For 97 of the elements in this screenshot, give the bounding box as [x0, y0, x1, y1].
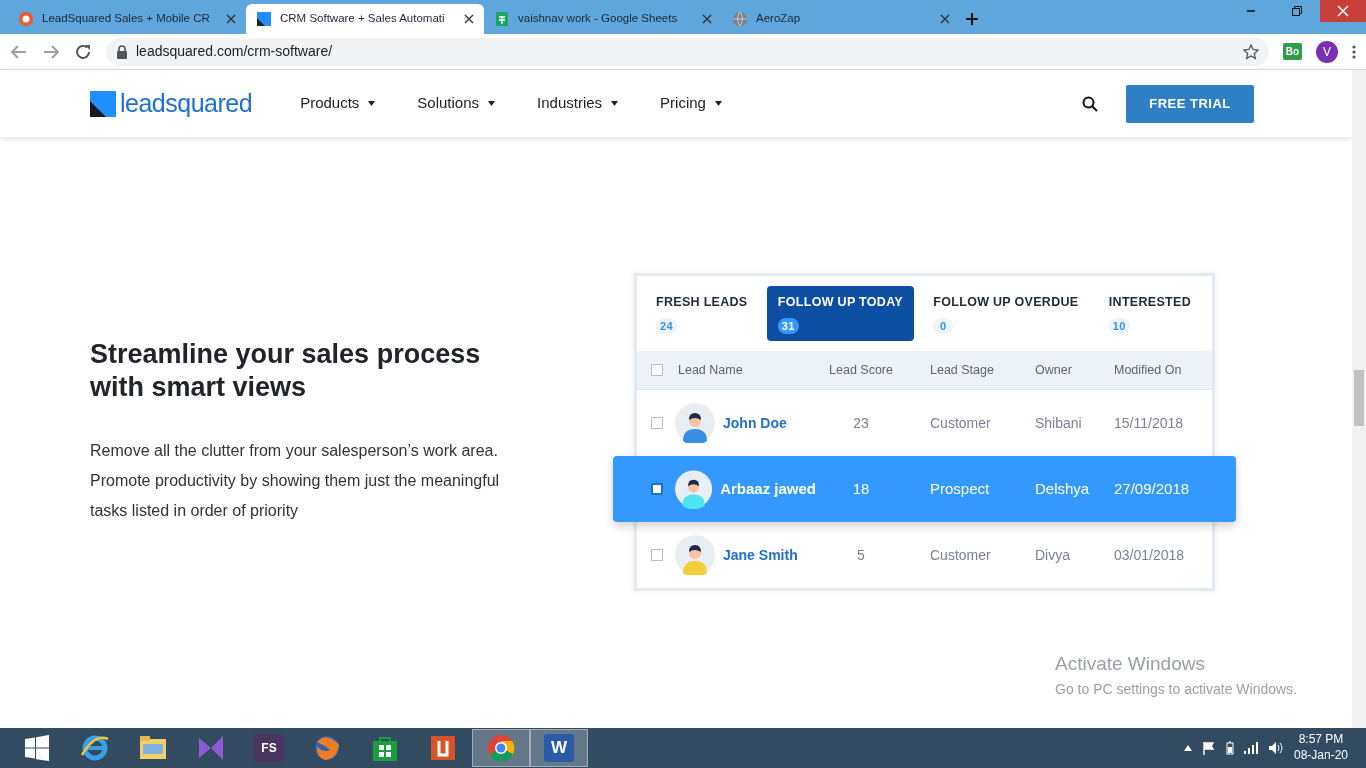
- count-badge: 31: [777, 317, 799, 335]
- avatar-icon: [675, 535, 715, 575]
- view-tab[interactable]: FOLLOW UP TODAY 31: [766, 286, 914, 341]
- table-cell-text: 23: [852, 413, 870, 433]
- forward-icon[interactable]: [42, 42, 60, 61]
- globe-icon: [732, 11, 748, 27]
- tab-title: vaishnav work - Google Sheets: [518, 11, 679, 27]
- fs-app-icon[interactable]: FS: [254, 734, 284, 762]
- table-cell-text: Customer: [929, 413, 992, 433]
- clock-time[interactable]: 8:57 PM: [1293, 732, 1348, 748]
- checkbox[interactable]: [651, 549, 663, 561]
- view-tab[interactable]: FOLLOW UP OVERDUE 0: [922, 286, 1090, 341]
- speaker-icon[interactable]: [1267, 741, 1284, 755]
- url-text: leadsquared.com/crm-software/: [136, 42, 334, 61]
- avatar-icon: [675, 403, 715, 443]
- tab-title: LeadSquared Sales + Mobile CR: [42, 11, 211, 27]
- clock-date[interactable]: 08-Jan-20: [1293, 748, 1348, 764]
- column-header: Modified On: [1114, 361, 1183, 379]
- back-icon[interactable]: [10, 42, 28, 61]
- view-tab[interactable]: FRESH LEADS 24: [645, 286, 759, 341]
- caret-icon: [611, 101, 619, 106]
- checkbox[interactable]: [651, 483, 663, 495]
- browser-tab[interactable]: AeroZap: [722, 4, 960, 34]
- table-cell-text: 27/09/2018: [1114, 478, 1191, 499]
- table-cell-text: 15/11/2018: [1114, 413, 1185, 433]
- lead-name-link[interactable]: Jane Smith: [723, 544, 798, 566]
- table-cell-text: Shibani: [1035, 413, 1083, 433]
- table-row[interactable]: John Doe 23 Customer Shibani 15/11/2018: [637, 390, 1212, 456]
- browser-tab[interactable]: LeadSquared Sales + Mobile CR: [8, 4, 246, 34]
- fox-globe-icon[interactable]: [312, 733, 342, 763]
- spreadsheet-icon: [494, 11, 510, 27]
- tab-title: AeroZap: [756, 11, 802, 27]
- count-badge: 0: [933, 317, 954, 335]
- document-tile-icon[interactable]: [428, 733, 458, 763]
- tab-label: FRESH LEADS: [656, 294, 748, 311]
- view-tab[interactable]: INTERESTED 10: [1097, 286, 1202, 341]
- taskbar-button[interactable]: FS: [240, 729, 298, 767]
- avatar-icon: [675, 469, 713, 509]
- browser-tab[interactable]: vaishnav work - Google Sheets: [484, 4, 722, 34]
- flag-icon[interactable]: [1201, 741, 1216, 755]
- column-header: Lead Name: [677, 361, 744, 379]
- browser-e-icon[interactable]: [80, 733, 110, 763]
- caret-icon: [714, 101, 722, 106]
- ring-icon: [18, 11, 34, 27]
- square-logo-icon: [256, 11, 272, 27]
- nav-menu-item[interactable]: Industries: [537, 92, 619, 115]
- table-row[interactable]: Jane Smith 5 Customer Divya 03/01/2018: [637, 522, 1212, 588]
- table-cell-text: 18: [851, 478, 871, 499]
- logo-icon[interactable]: [90, 90, 116, 117]
- signal-icon[interactable]: [1243, 742, 1258, 754]
- caret-icon: [368, 101, 376, 106]
- caret-icon: [488, 101, 496, 106]
- menu-icon[interactable]: [1352, 43, 1356, 60]
- section-description: Remove all the clutter from your salesperson’s work area. Promote productivity by showing them just the meaningful tasks listed in order of priority: [90, 440, 501, 521]
- search-icon[interactable]: [1082, 95, 1098, 112]
- column-header: Owner: [1035, 361, 1073, 379]
- checkbox[interactable]: [651, 364, 663, 376]
- chrome-icon[interactable]: [486, 733, 516, 763]
- nav-menu-item[interactable]: Solutions: [417, 92, 496, 115]
- table-cell-text: Divya: [1035, 545, 1071, 565]
- reload-icon[interactable]: [74, 42, 92, 61]
- count-badge: 10: [1108, 317, 1130, 335]
- windows-start-icon[interactable]: [24, 735, 50, 761]
- tab-label: FOLLOW UP OVERDUE: [933, 294, 1079, 311]
- free-trial-button[interactable]: FREE TRIAL: [1126, 84, 1254, 123]
- section-heading: Streamline your sales process with smart views: [90, 338, 482, 404]
- nav-menu-item[interactable]: Pricing: [660, 92, 722, 115]
- lock-icon: [116, 44, 128, 59]
- activation-message: Go to PC settings to activate Windows.: [1055, 679, 1297, 699]
- close-icon[interactable]: [464, 14, 474, 24]
- nav-menu-item[interactable]: Products: [300, 92, 376, 115]
- word-app-icon[interactable]: W: [544, 734, 574, 762]
- activation-title: Activate Windows: [1055, 652, 1206, 676]
- browser-tab[interactable]: CRM Software + Sales Automati: [246, 4, 484, 34]
- star-icon[interactable]: [1242, 43, 1259, 60]
- up-caret-icon[interactable]: [1183, 745, 1192, 751]
- tab-title: CRM Software + Sales Automati: [280, 11, 446, 27]
- battery-icon[interactable]: [1225, 741, 1234, 755]
- table-cell-text: Customer: [929, 545, 992, 565]
- address-bar[interactable]: leadsquared.com/crm-software/: [106, 37, 1269, 66]
- logo-text[interactable]: leadsquared: [120, 84, 253, 123]
- restore-icon[interactable]: [1291, 5, 1303, 17]
- profile-avatar[interactable]: V: [1316, 40, 1338, 63]
- taskbar-button[interactable]: W: [530, 729, 588, 767]
- extension-button[interactable]: Bo: [1282, 43, 1302, 60]
- count-badge: 24: [656, 317, 677, 335]
- column-header: Lead Stage: [929, 361, 995, 379]
- table-cell-text: 03/01/2018: [1114, 545, 1186, 565]
- tab-label: FOLLOW UP TODAY: [777, 294, 903, 311]
- table-cell-text: Prospect: [929, 478, 991, 499]
- lead-name-link[interactable]: John Doe: [723, 412, 787, 434]
- table-cell-text: Delshya: [1035, 478, 1091, 499]
- scrollbar-thumb[interactable]: [1354, 370, 1364, 426]
- table-cell-text: 5: [856, 545, 866, 565]
- column-header: Lead Score: [828, 361, 894, 379]
- checkbox[interactable]: [651, 417, 663, 429]
- tab-label: INTERESTED: [1108, 294, 1191, 311]
